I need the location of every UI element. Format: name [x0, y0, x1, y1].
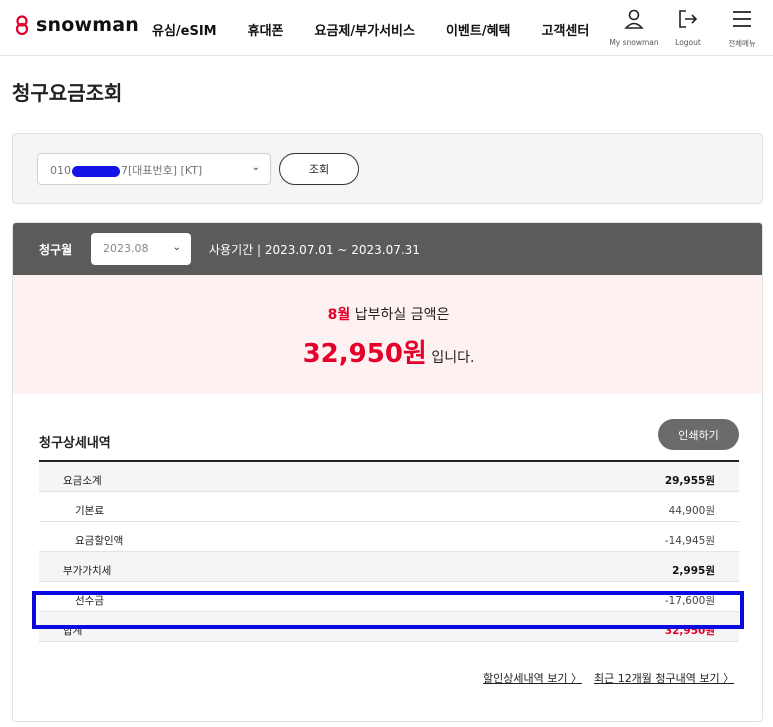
my-snowman-button[interactable]: My snowman — [609, 8, 659, 49]
line-number-prefix: 010 — [50, 164, 71, 177]
amount-notice-text: 납부하실 금액은 — [354, 307, 450, 323]
table-row-vat: 부가가치세 2,995원 — [39, 552, 739, 582]
row-label: 부가가치세 — [63, 565, 112, 577]
logout-button[interactable]: Logout — [663, 8, 713, 49]
table-row-discount: 요금할인액 -14,945원 — [39, 522, 739, 552]
bill-month-select[interactable]: 2023.08 ⌄ — [91, 233, 191, 265]
total-amount: 32,950원 — [302, 339, 427, 369]
all-menu-label: 전체메뉴 — [728, 39, 756, 48]
nav-phone[interactable]: 휴대폰 — [248, 20, 284, 39]
bill-month-label: 청구월 — [39, 243, 73, 257]
bill-card: 청구월 2023.08 ⌄ 사용기간 | 2023.07.01 ~ 2023.0… — [12, 222, 763, 722]
main-nav: 유심/eSIM 휴대폰 요금제/부가서비스 이벤트/혜택 고객센터 — [152, 20, 620, 39]
utility-menu: My snowman Logout 전체메뉴 — [609, 8, 767, 49]
line-search-panel: 010 7[대표번호] [KT] ⌄ 조회 — [12, 133, 763, 204]
search-button[interactable]: 조회 — [279, 153, 359, 185]
site-header: snowman 유심/eSIM 휴대폰 요금제/부가서비스 이벤트/혜택 고객센… — [0, 0, 773, 56]
highlight-box — [32, 591, 744, 629]
bill-header-bar: 청구월 2023.08 ⌄ 사용기간 | 2023.07.01 ~ 2023.0… — [13, 223, 762, 275]
row-label: 요금할인액 — [75, 535, 124, 547]
chevron-down-icon: ⌄ — [251, 162, 260, 173]
amount-total-line: 32,950원 입니다. — [13, 333, 762, 370]
row-value: -14,945원 — [664, 535, 715, 547]
page-title: 청구요금조회 — [12, 81, 123, 105]
line-number-suffix: 7[대표번호] [KT] — [121, 164, 203, 177]
nav-customer-center[interactable]: 고객센터 — [542, 20, 590, 39]
logout-icon — [679, 10, 698, 28]
nav-plans[interactable]: 요금제/부가서비스 — [315, 20, 415, 39]
amount-notice: 8월 납부하실 금액은 — [13, 304, 762, 324]
nav-events[interactable]: 이벤트/혜택 — [446, 20, 511, 39]
logo-text: snowman — [36, 14, 139, 36]
print-button[interactable]: 인쇄하기 — [658, 419, 739, 450]
my-snowman-label: My snowman — [609, 38, 659, 47]
snowman-logo-icon — [15, 15, 29, 35]
all-menu-button[interactable]: 전체메뉴 — [717, 8, 767, 49]
hamburger-icon — [733, 11, 751, 27]
line-select[interactable]: 010 7[대표번호] [KT] ⌄ — [37, 153, 271, 185]
usage-period: 사용기간 | 2023.07.01 ~ 2023.07.31 — [209, 243, 420, 257]
table-row-base-fee: 기본료 44,900원 — [39, 492, 739, 522]
discount-detail-link[interactable]: 할인상세내역 보기 〉 — [483, 670, 582, 686]
nav-usim-esim[interactable]: 유심/eSIM — [152, 20, 217, 39]
table-row-subtotal: 요금소계 29,955원 — [39, 462, 739, 492]
detail-links: 할인상세내역 보기 〉 최근 12개월 청구내역 보기 〉 — [483, 670, 734, 686]
bill-month-value: 2023.08 — [103, 242, 149, 255]
snowman-logo[interactable]: snowman — [12, 14, 139, 36]
row-value: 2,995원 — [672, 565, 715, 577]
row-label: 기본료 — [75, 505, 104, 517]
chevron-down-icon: ⌄ — [172, 242, 181, 253]
row-value: 29,955원 — [664, 475, 715, 487]
amount-suffix: 입니다. — [431, 350, 475, 366]
row-label: 요금소계 — [63, 475, 102, 487]
detail-title: 청구상세내역 — [39, 436, 111, 451]
redaction-mask — [72, 165, 120, 177]
logout-label: Logout — [675, 38, 701, 47]
user-icon — [624, 9, 644, 29]
recent-12-months-link[interactable]: 최근 12개월 청구내역 보기 〉 — [594, 670, 734, 686]
amount-summary: 8월 납부하실 금액은 32,950원 입니다. — [13, 275, 762, 394]
row-value: 44,900원 — [668, 505, 715, 517]
bill-month-highlight: 8월 — [327, 307, 351, 323]
